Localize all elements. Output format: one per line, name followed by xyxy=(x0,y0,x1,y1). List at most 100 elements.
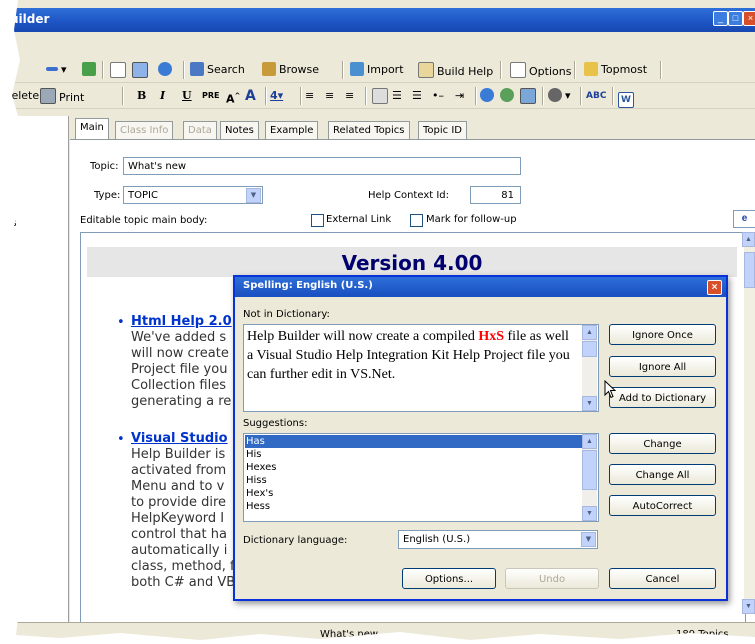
refresh-icon[interactable] xyxy=(82,62,99,78)
list-item[interactable]: Has xyxy=(245,435,583,448)
tab-data[interactable]: Data xyxy=(183,121,217,140)
list-item[interactable]: Hiss xyxy=(245,474,583,487)
preview-icon[interactable] xyxy=(132,62,151,78)
change-button[interactable]: Change xyxy=(609,433,716,454)
options-icon xyxy=(510,62,526,78)
search-icon xyxy=(190,62,204,76)
list-item[interactable]: Hexes xyxy=(245,461,583,474)
suggestions-list[interactable]: Has His Hexes Hiss Hex's Hess ▲ ▼ xyxy=(243,433,599,522)
tools-icon[interactable]: ▾ xyxy=(548,88,571,104)
follow-up-label: Mark for follow-up xyxy=(426,214,517,225)
scroll-down-icon[interactable]: ▼ xyxy=(582,396,597,411)
globe-icon[interactable] xyxy=(158,62,175,78)
change-all-button[interactable]: Change All xyxy=(609,464,716,485)
suggestions-scrollbar[interactable]: ▲ ▼ xyxy=(582,434,597,521)
options-button[interactable]: Options... xyxy=(402,568,496,589)
follow-up-checkbox[interactable] xyxy=(410,214,423,227)
external-link-label: External Link xyxy=(326,214,392,225)
scroll-up-icon[interactable]: ▲ xyxy=(582,325,597,340)
list-item[interactable]: Hess xyxy=(245,500,583,513)
font-size-icon[interactable]: A^ xyxy=(226,88,240,106)
tab-related-topics[interactable]: Related Topics xyxy=(328,121,410,140)
build-help-icon xyxy=(418,62,434,78)
add-to-dictionary-button[interactable]: Add to Dictionary xyxy=(609,387,716,408)
version-banner: Version 4.00 xyxy=(87,247,737,277)
page-icon[interactable] xyxy=(110,62,129,78)
scroll-down-icon[interactable]: ▼ xyxy=(582,506,597,521)
align-center-icon[interactable]: ≡ xyxy=(325,88,334,104)
html-help-link[interactable]: Html Help 2.0 xyxy=(131,314,232,330)
topic-input[interactable]: What's new xyxy=(123,157,521,175)
heading-icon[interactable]: 4▾ xyxy=(270,88,283,104)
user-icon[interactable] xyxy=(500,88,517,104)
autocorrect-button[interactable]: AutoCorrect xyxy=(609,495,716,516)
topmost-button[interactable]: Topmost xyxy=(584,62,647,78)
italic-button[interactable]: I xyxy=(160,88,165,104)
mouse-cursor-icon xyxy=(604,380,616,399)
topmost-icon xyxy=(584,62,598,76)
bullet-list-icon[interactable]: ☰ xyxy=(392,88,402,104)
undo-button[interactable]: Undo xyxy=(505,568,599,589)
tab-class-info[interactable]: Class Info xyxy=(115,121,174,140)
preview-icon[interactable]: e xyxy=(733,210,755,228)
tab-main[interactable]: Main xyxy=(75,118,109,140)
tab-example[interactable]: Example xyxy=(265,121,319,140)
chevron-down-icon: ▼ xyxy=(581,532,596,547)
spellcheck-icon[interactable]: ABC xyxy=(586,88,606,104)
build-help-button[interactable]: Build Help xyxy=(418,62,493,78)
visual-studio-link[interactable]: Visual Studio xyxy=(131,431,228,447)
topic-label: Topic: xyxy=(90,161,119,172)
import-button[interactable]: Import xyxy=(350,62,404,78)
back-icon[interactable]: ▾ xyxy=(46,62,67,78)
underline-button[interactable]: U xyxy=(182,88,192,104)
suggestions-label: Suggestions: xyxy=(243,418,308,429)
close-button[interactable]: × xyxy=(743,11,755,26)
misspelled-word: HxS xyxy=(478,329,505,344)
edit-icon[interactable] xyxy=(372,88,391,104)
not-in-dictionary-text[interactable]: Help Builder will now create a compiled … xyxy=(243,324,599,412)
list-item[interactable]: Hex's xyxy=(245,487,583,500)
numbered-list-icon[interactable]: ☰ xyxy=(412,88,422,104)
options-button[interactable]: Options xyxy=(510,62,571,78)
link-icon[interactable] xyxy=(480,88,497,104)
import-icon xyxy=(350,62,364,76)
type-select[interactable]: TOPIC ▼ xyxy=(123,186,263,204)
maximize-button[interactable]: □ xyxy=(728,11,743,26)
scroll-up-icon[interactable]: ▲ xyxy=(742,232,755,247)
tab-notes[interactable]: Notes xyxy=(220,121,259,140)
tab-topic-id[interactable]: Topic ID xyxy=(418,121,467,140)
dialog-close-button[interactable]: × xyxy=(707,280,722,295)
font-color-icon[interactable]: A xyxy=(245,88,256,104)
bold-button[interactable]: B xyxy=(137,88,146,104)
ignore-all-button[interactable]: Ignore All xyxy=(609,356,716,377)
browse-icon xyxy=(262,62,276,76)
minimize-button[interactable]: _ xyxy=(713,11,728,26)
type-label: Type: xyxy=(94,190,121,201)
pre-button[interactable]: PRE xyxy=(202,88,220,104)
help-context-input[interactable]: 81 xyxy=(470,186,521,204)
version-title: Version 4.00 xyxy=(341,251,483,275)
scroll-thumb[interactable] xyxy=(744,252,755,288)
indent-icon[interactable]: ⇥ xyxy=(455,88,464,104)
chevron-down-icon: ▼ xyxy=(246,188,261,203)
notdict-scrollbar[interactable]: ▲ ▼ xyxy=(582,325,597,411)
printer-icon xyxy=(40,88,56,104)
dictionary-language-select[interactable]: English (U.S.) ▼ xyxy=(398,530,598,549)
align-left-icon[interactable]: ≡ xyxy=(305,88,314,104)
cancel-button[interactable]: Cancel xyxy=(609,568,716,589)
align-right-icon[interactable]: ≡ xyxy=(345,88,354,104)
ignore-once-button[interactable]: Ignore Once xyxy=(609,324,716,345)
list-item[interactable]: His xyxy=(245,448,583,461)
external-link-checkbox[interactable] xyxy=(311,214,324,227)
title-bar: uilder _ □ × xyxy=(0,8,755,32)
scroll-up-icon[interactable]: ▲ xyxy=(582,434,597,449)
browse-button[interactable]: Browse xyxy=(262,62,319,78)
horizontal-rule-icon[interactable]: •– xyxy=(432,88,444,104)
editor-scrollbar[interactable]: ▲ ▼ xyxy=(742,232,755,614)
search-button[interactable]: Search xyxy=(190,62,245,78)
word-icon[interactable]: W xyxy=(618,88,637,108)
torn-bottom-decoration xyxy=(0,632,755,644)
image-icon[interactable] xyxy=(520,88,539,104)
print-button[interactable]: Print xyxy=(40,88,84,104)
scroll-down-icon[interactable]: ▼ xyxy=(742,599,755,614)
